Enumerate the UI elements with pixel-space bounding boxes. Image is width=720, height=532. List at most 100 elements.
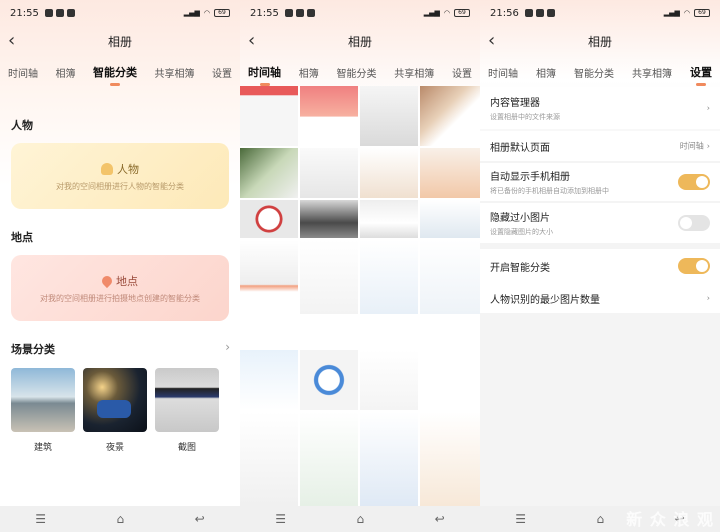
return-icon[interactable]: ↩ — [195, 512, 205, 526]
photo-thumbnail[interactable] — [300, 350, 358, 410]
auto-show-toggle[interactable] — [678, 174, 710, 190]
places-card[interactable]: 地点 对我的空间相册进行拍摄地点创建的智能分类 — [11, 255, 229, 321]
wifi-icon: ◠ — [203, 9, 210, 17]
status-time: 21:55 — [10, 7, 39, 19]
title-bar: ‹ 相册 — [480, 28, 720, 54]
places-card-title: 地点 — [116, 274, 138, 288]
scene-thumb-architecture[interactable] — [11, 368, 75, 432]
hide-small-toggle[interactable] — [678, 215, 710, 231]
scene-section-label: 场景分类 — [11, 343, 55, 356]
smart-classification-toggle[interactable] — [678, 258, 710, 274]
person-icon — [101, 162, 113, 175]
page-title: 相册 — [347, 34, 372, 49]
system-nav-bar: ☰ ⌂ ↩ — [0, 506, 240, 532]
auto-show-subtitle: 将已备份的手机相册自动添加到相册中 — [490, 187, 609, 195]
photo-thumbnail[interactable] — [240, 148, 298, 198]
photo-thumbnail[interactable] — [240, 86, 298, 146]
watermark-text: 新 众 浪 观 — [626, 510, 714, 529]
photo-thumbnail[interactable] — [420, 86, 480, 146]
title-bar: ‹ 相册 — [240, 28, 480, 54]
photo-thumbnail[interactable] — [300, 86, 358, 146]
photo-thumbnail[interactable] — [420, 200, 480, 238]
tab-timeline[interactable]: 时间轴 — [8, 65, 38, 80]
wifi-icon: ◠ — [683, 9, 690, 17]
setting-hide-small: 隐藏过小图片 设置隐藏图片的大小 — [480, 203, 720, 243]
people-card[interactable]: 人物 对我的空间相册进行人物的智能分类 — [11, 143, 229, 209]
scene-label-night: 夜景 — [105, 443, 124, 453]
chevron-right-icon: › — [706, 141, 710, 151]
content-manager-subtitle: 设置相册中的文件来源 — [490, 113, 560, 121]
page-title: 相册 — [587, 34, 612, 49]
photo-thumbnail[interactable] — [360, 148, 418, 198]
tab-bar: 时间轴 相簿 智能分类 共享相簿 设置 — [0, 60, 240, 86]
tab-shared-albums[interactable]: 共享相簿 — [155, 65, 195, 80]
tab-smart-classification[interactable]: 智能分类 — [574, 65, 614, 80]
photo-thumbnail[interactable] — [360, 200, 418, 238]
status-bar: 21:56 ▂▄▆ ◠ 69 — [480, 0, 720, 26]
tab-shared-albums[interactable]: 共享相簿 — [632, 65, 672, 80]
scene-thumb-night[interactable] — [83, 368, 147, 432]
battery-icon: 69 — [214, 9, 230, 17]
photo-thumbnail[interactable] — [420, 240, 480, 314]
back-arrow-icon[interactable]: ‹ — [8, 30, 15, 51]
photo-thumbnail[interactable] — [300, 412, 358, 506]
tab-settings[interactable]: 设置 — [212, 65, 232, 80]
tab-albums[interactable]: 相簿 — [536, 65, 556, 80]
return-icon[interactable]: ↩ — [435, 512, 445, 526]
photo-thumbnail[interactable] — [360, 240, 418, 314]
photo-thumbnail[interactable] — [300, 200, 358, 238]
home-icon[interactable]: ⌂ — [357, 512, 365, 526]
tab-albums[interactable]: 相簿 — [56, 65, 76, 80]
status-time: 21:56 — [490, 7, 519, 19]
auto-show-title: 自动显示手机相册 — [490, 172, 570, 183]
tab-timeline[interactable]: 时间轴 — [488, 65, 518, 80]
back-arrow-icon[interactable]: ‹ — [488, 30, 495, 51]
status-bar: 21:55 ▂▄▆ ◠ 69 — [240, 0, 480, 26]
title-bar: ‹ 相册 — [0, 28, 240, 54]
tab-timeline[interactable]: 时间轴 — [248, 64, 281, 86]
back-arrow-icon[interactable]: ‹ — [248, 30, 255, 51]
scene-thumb-screenshot[interactable] — [155, 368, 219, 432]
photo-thumbnail[interactable] — [240, 412, 298, 506]
smart-classification-title: 开启智能分类 — [490, 262, 550, 274]
photo-thumbnail[interactable] — [300, 240, 358, 314]
tab-smart-classification[interactable]: 智能分类 — [337, 65, 377, 80]
places-card-title-row: 地点 — [99, 273, 138, 289]
setting-auto-show: 自动显示手机相册 将已备份的手机相册自动添加到相册中 — [480, 163, 720, 201]
photo-thumbnail[interactable] — [240, 350, 298, 410]
notification-icons — [524, 9, 555, 17]
battery-icon: 69 — [694, 9, 710, 17]
tab-settings[interactable]: 设置 — [452, 65, 472, 80]
tab-bar: 时间轴 相簿 智能分类 共享相簿 设置 — [480, 60, 720, 86]
tab-bar: 时间轴 相簿 智能分类 共享相簿 设置 — [240, 60, 480, 86]
signal-icon: ▂▄▆ — [183, 9, 200, 17]
tab-settings[interactable]: 设置 — [690, 64, 712, 86]
tab-albums[interactable]: 相簿 — [299, 65, 319, 80]
signal-icon: ▂▄▆ — [423, 9, 440, 17]
photo-thumbnail[interactable] — [420, 412, 480, 506]
people-section-label: 人物 — [11, 119, 33, 132]
menu-icon[interactable]: ☰ — [275, 512, 286, 526]
photo-thumbnail[interactable] — [360, 412, 418, 506]
chevron-right-icon[interactable]: › — [225, 340, 230, 354]
home-icon[interactable]: ⌂ — [597, 512, 605, 526]
content-manager-title: 内容管理器 — [490, 98, 540, 109]
photo-thumbnail[interactable] — [360, 350, 418, 410]
menu-icon[interactable]: ☰ — [35, 512, 46, 526]
setting-default-page[interactable]: 相册默认页面 时间轴 › — [480, 131, 720, 161]
photo-thumbnail[interactable] — [420, 148, 480, 198]
tab-shared-albums[interactable]: 共享相簿 — [394, 65, 434, 80]
system-nav-bar: ☰ ⌂ ↩ — [240, 506, 480, 532]
status-bar: 21:55 ▂▄▆ ◠ 69 — [0, 0, 240, 26]
home-icon[interactable]: ⌂ — [117, 512, 125, 526]
tab-smart-classification[interactable]: 智能分类 — [93, 64, 137, 86]
setting-content-manager[interactable]: 内容管理器 设置相册中的文件来源 › — [480, 87, 720, 129]
photo-thumbnail[interactable] — [240, 200, 298, 238]
setting-min-image-count[interactable]: 人物识别的最少图片数量 › — [480, 283, 720, 313]
status-right: ▂▄▆ ◠ 69 — [664, 9, 710, 17]
photo-thumbnail[interactable] — [360, 86, 418, 146]
notification-icons — [284, 9, 315, 17]
photo-thumbnail[interactable] — [240, 240, 298, 314]
photo-thumbnail[interactable] — [300, 148, 358, 198]
menu-icon[interactable]: ☰ — [515, 512, 526, 526]
